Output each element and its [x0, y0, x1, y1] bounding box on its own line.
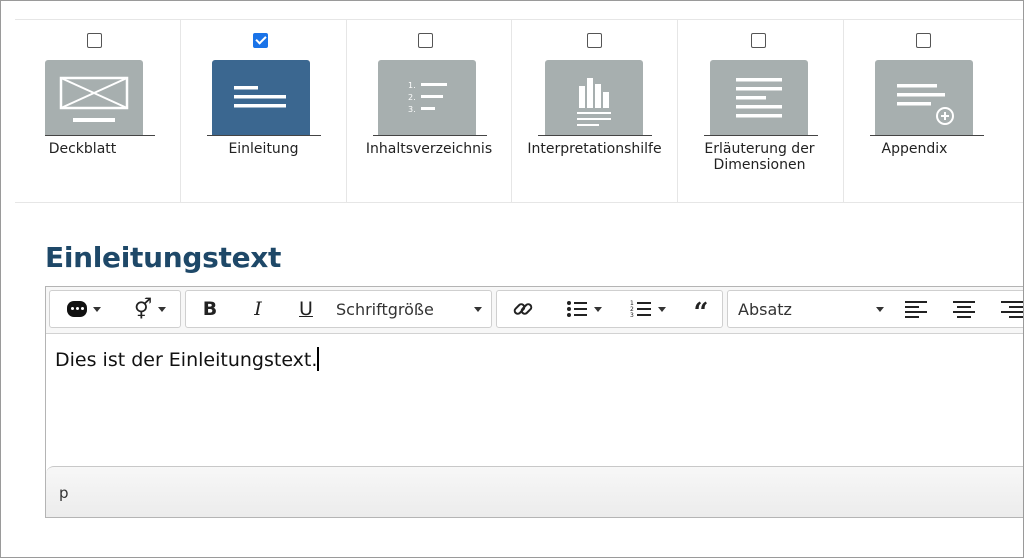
svg-text:1.: 1. — [408, 81, 416, 90]
bold-button[interactable]: B — [192, 291, 228, 327]
italic-button[interactable]: I — [240, 291, 276, 327]
appendix-add-icon — [875, 60, 973, 135]
chevron-down-icon — [876, 306, 884, 312]
toolbar-group-insert: 1 2 3 “ — [496, 290, 723, 328]
table-of-contents-icon: 1. 2. 3. — [378, 60, 476, 135]
toolbar-group-paragraph: Absatz — [727, 290, 1023, 328]
section-checkbox-deckblatt[interactable] — [87, 33, 102, 48]
section-label-erlaeuterung: Erläuterung der Dimensionen — [704, 141, 815, 173]
quote-icon: “ — [693, 298, 709, 328]
font-size-dropdown[interactable]: Schriftgröße — [336, 291, 486, 327]
section-card-interpretationshilfe[interactable]: Interpretationshilfe — [512, 20, 678, 202]
section-label-appendix: Appendix — [881, 141, 948, 157]
bar-chart-icon — [545, 60, 643, 135]
align-left-button[interactable] — [898, 291, 934, 327]
section-label-interpretationshilfe: Interpretationshilfe — [527, 141, 662, 157]
chevron-down-icon — [158, 306, 167, 312]
align-center-icon — [953, 301, 975, 318]
align-right-icon — [1001, 301, 1023, 318]
link-button[interactable] — [505, 291, 541, 327]
align-left-icon — [905, 301, 927, 318]
section-card-inhaltsverzeichnis[interactable]: 1. 2. 3. Inhaltsverzeichnis — [347, 20, 512, 202]
section-checkbox-interpretationshilfe[interactable] — [587, 33, 602, 48]
section-label-inhaltsverzeichnis: Inhaltsverzeichnis — [365, 141, 493, 157]
section-card-einleitung[interactable]: Einleitung — [181, 20, 347, 202]
editor-toolbar: ⚥ B I U Schriftgröße 1 2 3 “ Absatz — [46, 287, 1023, 334]
toolbar-group-format: B I U Schriftgröße — [185, 290, 492, 328]
element-path[interactable]: p — [59, 484, 69, 502]
bullet-list-button[interactable] — [557, 291, 611, 327]
cover-page-icon — [45, 60, 143, 135]
underline-button[interactable]: U — [288, 291, 324, 327]
section-card-erlaeuterung[interactable]: Erläuterung der Dimensionen — [678, 20, 844, 202]
editor-content-area[interactable]: Dies ist der Einleitungstext. — [55, 347, 319, 371]
svg-text:3.: 3. — [408, 105, 416, 114]
toolbar-group-style: ⚥ — [49, 290, 181, 328]
align-right-button[interactable] — [994, 291, 1023, 327]
section-selector: Deckblatt Einleitung 1. 2. 3. Inhaltsver… — [15, 19, 1023, 203]
dimensions-text-icon — [710, 60, 808, 135]
chevron-down-icon — [658, 306, 666, 312]
message-bubble-icon — [67, 301, 87, 317]
rich-text-editor: ⚥ B I U Schriftgröße 1 2 3 “ Absatz Dies… — [45, 286, 1023, 518]
section-checkbox-appendix[interactable] — [916, 33, 931, 48]
numbered-list-button[interactable]: 1 2 3 — [621, 291, 675, 327]
page-title: Einleitungstext — [45, 241, 282, 274]
text-cursor — [317, 347, 319, 371]
chevron-down-icon — [474, 306, 482, 312]
editor-text: Dies ist der Einleitungstext. — [55, 349, 318, 371]
svg-text:3: 3 — [630, 312, 634, 319]
bullet-list-icon — [567, 301, 587, 317]
intro-text-icon — [212, 60, 310, 135]
link-icon — [513, 303, 533, 315]
section-card-deckblatt[interactable]: Deckblatt — [15, 20, 181, 202]
section-label-einleitung: Einleitung — [228, 141, 299, 157]
gender-symbol-icon: ⚥ — [133, 297, 153, 321]
chevron-down-icon — [594, 306, 602, 312]
section-label-deckblatt: Deckblatt — [48, 141, 117, 157]
editor-statusbar: p — [46, 466, 1023, 517]
chevron-down-icon — [93, 306, 101, 312]
report-config-panel: Deckblatt Einleitung 1. 2. 3. Inhaltsver… — [0, 0, 1024, 558]
font-size-label: Schriftgröße — [336, 299, 434, 319]
gender-dropdown-button[interactable]: ⚥ — [122, 291, 178, 327]
numbered-list-icon: 1 2 3 — [630, 300, 651, 319]
align-center-button[interactable] — [946, 291, 982, 327]
section-card-appendix[interactable]: Appendix — [844, 20, 1023, 202]
svg-text:2.: 2. — [408, 93, 416, 102]
section-checkbox-inhaltsverzeichnis[interactable] — [418, 33, 433, 48]
section-checkbox-erlaeuterung[interactable] — [751, 33, 766, 48]
section-checkbox-einleitung[interactable] — [253, 33, 268, 48]
paragraph-format-label: Absatz — [738, 299, 792, 319]
blockquote-button[interactable]: “ — [683, 291, 719, 328]
style-dropdown-button[interactable] — [58, 291, 110, 327]
paragraph-format-dropdown[interactable]: Absatz — [738, 291, 888, 327]
